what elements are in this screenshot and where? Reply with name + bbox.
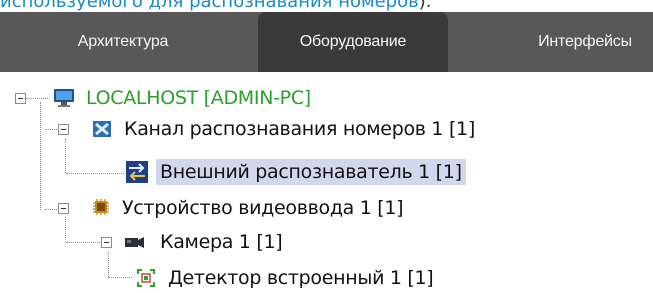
tree-connector: [65, 217, 66, 242]
tree-node-video-input[interactable]: Устройство видеоввода 1 [1]: [118, 195, 407, 221]
video-capture-chip-icon: [91, 197, 111, 217]
collapse-toggle[interactable]: [58, 124, 69, 135]
tree-node-camera[interactable]: Камера 1 [1]: [156, 229, 286, 255]
external-recognizer-icon: [126, 161, 148, 183]
detector-icon: [135, 267, 155, 287]
tree-connector: [66, 173, 124, 174]
tree-connector: [45, 209, 59, 210]
tree-node-lpr-channel[interactable]: Канал распознавания номеров 1 [1]: [120, 116, 479, 142]
tree-node-builtin-detector[interactable]: Детектор встроенный 1 [1]: [164, 265, 437, 291]
tree-connector: [40, 102, 41, 210]
collapse-toggle[interactable]: [15, 93, 26, 104]
license-plate-channel-icon: [92, 119, 112, 139]
tree-connector: [65, 139, 66, 173]
tree-connector: [108, 252, 109, 277]
tree-node-localhost[interactable]: LOCALHOST [ADMIN-PC]: [82, 85, 315, 111]
tab-interfaces[interactable]: Интерфейсы: [500, 12, 653, 72]
tree-connector: [26, 98, 48, 99]
tab-equipment[interactable]: Оборудование: [258, 12, 448, 72]
hardware-tree: LOCALHOST [ADMIN-PC] Канал распознавания…: [0, 72, 653, 291]
tree-connector: [108, 277, 132, 278]
collapse-toggle[interactable]: [58, 203, 69, 214]
tree-node-external-recognizer[interactable]: Внешний распознаватель 1 [1]: [156, 159, 466, 185]
collapse-toggle[interactable]: [101, 237, 112, 248]
tab-bar: Архитектура Оборудование Интерфейсы: [0, 12, 653, 72]
caption-link[interactable]: используемого для распознавания номеров: [0, 0, 419, 12]
tab-architecture[interactable]: Архитектура: [38, 12, 208, 72]
tree-connector: [66, 242, 104, 243]
tree-connector: [45, 129, 59, 130]
camera-icon: [124, 232, 144, 252]
caption-tail: ).: [418, 0, 432, 12]
computer-icon: [53, 88, 74, 108]
